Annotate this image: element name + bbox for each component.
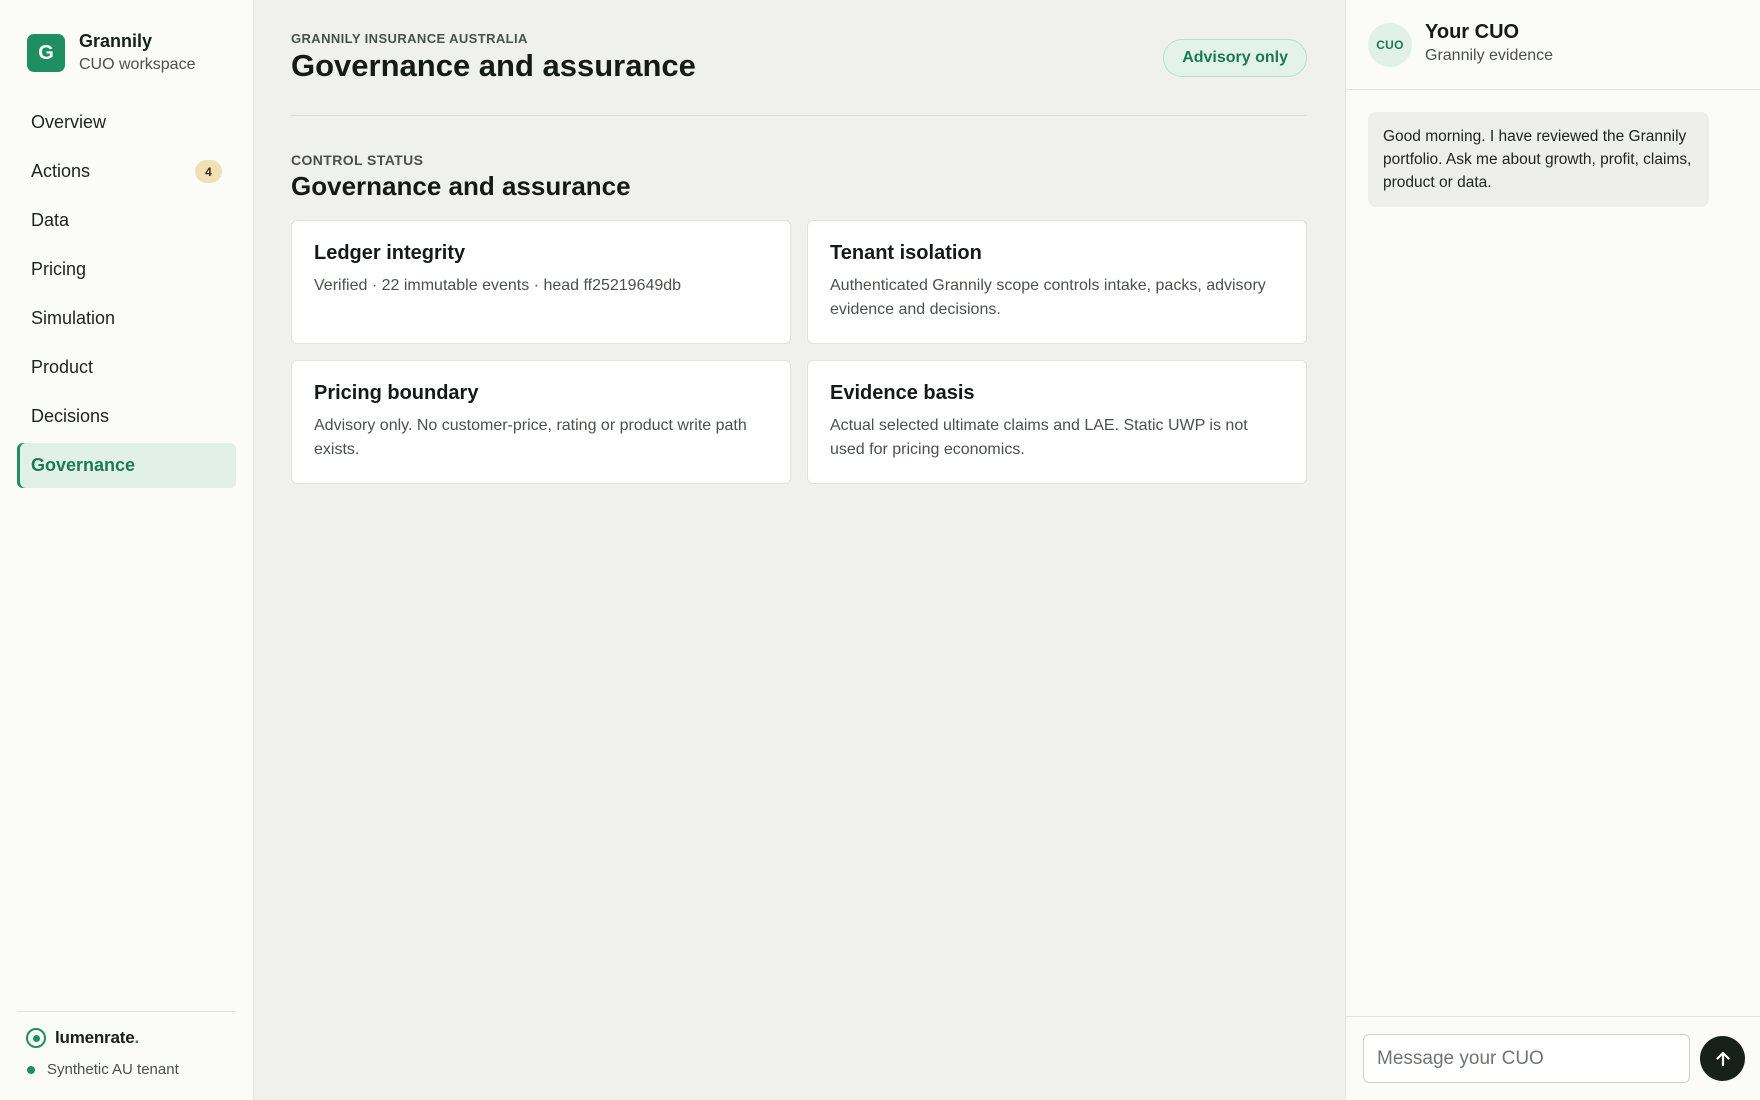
- divider: [291, 115, 1307, 116]
- cuo-chat-panel: CUO Your CUO Grannily evidence Good morn…: [1345, 0, 1760, 1100]
- sidebar-item-label: Product: [31, 357, 94, 377]
- sidebar-item-label: Simulation: [31, 308, 116, 328]
- target-icon: [26, 1028, 46, 1048]
- product-name-dot: .: [134, 1028, 139, 1047]
- section-title: Governance and assurance: [291, 171, 631, 201]
- control-card-ledger-integrity: Ledger integrity Verified · 22 immutable…: [291, 220, 791, 344]
- sidebar-item-label: Overview: [31, 112, 107, 132]
- sidebar-item-label: Data: [31, 210, 70, 230]
- sidebar-item-overview[interactable]: Overview: [17, 100, 236, 145]
- chat-header: CUO Your CUO Grannily evidence: [1346, 0, 1760, 90]
- control-card-tenant-isolation: Tenant isolation Authenticated Grannily …: [807, 220, 1307, 344]
- advisory-badge: Advisory only: [1163, 39, 1307, 77]
- chat-subtitle: Grannily evidence: [1425, 47, 1554, 64]
- sidebar-footer: lumenrate. Synthetic AU tenant: [17, 1011, 236, 1078]
- brand-name: Grannily: [79, 31, 153, 51]
- control-card-pricing-boundary: Pricing boundary Advisory only. No custo…: [291, 360, 791, 484]
- sidebar: G Grannily CUO workspace Overview Action…: [0, 0, 254, 1100]
- page-eyebrow: GRANNILY INSURANCE AUSTRALIA: [291, 31, 528, 46]
- message-input[interactable]: [1363, 1034, 1690, 1083]
- sidebar-item-governance[interactable]: Governance: [17, 443, 236, 488]
- sidebar-item-product[interactable]: Product: [17, 345, 236, 390]
- tenant-label: Synthetic AU tenant: [47, 1061, 179, 1078]
- section-eyebrow: CONTROL STATUS: [291, 152, 424, 168]
- card-title: Tenant isolation: [830, 242, 982, 264]
- page-title: Governance and assurance: [291, 48, 696, 83]
- sidebar-item-actions[interactable]: Actions 4: [17, 149, 236, 194]
- chat-title: Your CUO: [1425, 21, 1520, 43]
- sidebar-item-data[interactable]: Data: [17, 198, 236, 243]
- tenant-status: Synthetic AU tenant: [27, 1061, 236, 1078]
- sidebar-item-label: Pricing: [31, 259, 87, 279]
- card-title: Ledger integrity: [314, 242, 466, 264]
- sidebar-item-label: Governance: [31, 455, 136, 475]
- brand[interactable]: G Grannily CUO workspace: [27, 30, 195, 76]
- sidebar-item-decisions[interactable]: Decisions: [17, 394, 236, 439]
- sidebar-item-label: Actions: [31, 161, 91, 181]
- send-button[interactable]: [1700, 1036, 1745, 1081]
- avatar: CUO: [1368, 23, 1412, 67]
- status-dot-icon: [27, 1065, 35, 1074]
- card-title: Evidence basis: [830, 382, 975, 404]
- card-body: Advisory only. No customer-price, rating…: [314, 417, 747, 458]
- sidebar-item-label: Decisions: [31, 406, 110, 426]
- chat-composer: [1346, 1016, 1760, 1100]
- card-body: Actual selected ultimate claims and LAE.…: [830, 417, 1248, 458]
- card-body: Authenticated Grannily scope controls in…: [830, 277, 1266, 318]
- chat-message: Good morning. I have reviewed the Granni…: [1368, 112, 1709, 207]
- brand-subtitle: CUO workspace: [79, 56, 196, 73]
- brand-logo: G: [27, 34, 65, 72]
- count-badge: 4: [195, 160, 222, 183]
- sidebar-nav: Overview Actions 4 Data Pricing Simulati…: [17, 100, 236, 492]
- sidebar-item-pricing[interactable]: Pricing: [17, 247, 236, 292]
- control-cards: Ledger integrity Verified · 22 immutable…: [291, 220, 1307, 484]
- card-title: Pricing boundary: [314, 382, 479, 404]
- arrow-up-icon: [1715, 1051, 1730, 1066]
- product-logo: lumenrate.: [26, 1028, 236, 1048]
- control-card-evidence-basis: Evidence basis Actual selected ultimate …: [807, 360, 1307, 484]
- sidebar-item-simulation[interactable]: Simulation: [17, 296, 236, 341]
- product-name: lumenrate: [55, 1028, 135, 1047]
- card-body: Verified · 22 immutable events · head ff…: [314, 277, 682, 294]
